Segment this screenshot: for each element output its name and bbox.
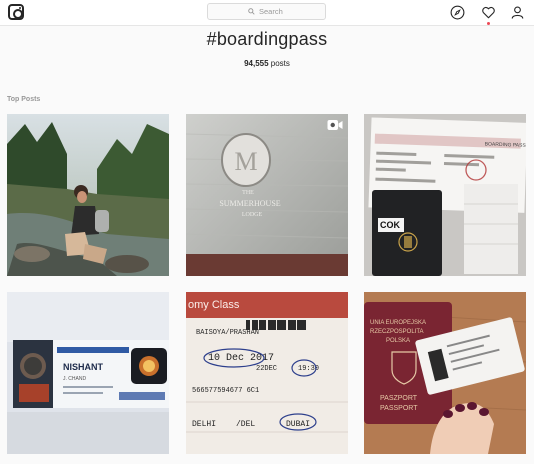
overlay-line: DELHI <box>192 420 216 429</box>
person-icon[interactable] <box>510 5 525 20</box>
post-count-number: 94,555 <box>244 59 269 68</box>
notification-dot <box>487 22 490 25</box>
overlay-line: POLSKA <box>386 338 410 344</box>
overlay-line: PASSPORT <box>380 405 418 412</box>
video-icon <box>327 119 343 131</box>
overlay-line: J. CHAND <box>63 376 86 382</box>
post-tile[interactable]: UNIA EUROPEJSKA RZECZPOSPOLITA POLSKA PA… <box>364 292 526 454</box>
svg-text:M: M <box>234 147 257 176</box>
overlay-line: DUBAI <box>286 420 310 429</box>
post-image: BOARDING PASS COK <box>364 114 526 276</box>
overlay-line: LODGE <box>242 212 263 218</box>
post-tile[interactable]: BOARDING PASS COK <box>364 114 526 276</box>
overlay-line: BAISOYA/PRASHAN <box>196 329 259 337</box>
post-image: UNIA EUROPEJSKA RZECZPOSPOLITA POLSKA PA… <box>364 292 526 454</box>
overlay-line: PASZPORT <box>380 395 418 402</box>
instagram-logo-icon[interactable] <box>8 4 24 20</box>
post-image: omy Class BAISOYA/PRASHAN 10 Dec 2017 22… <box>186 292 348 454</box>
section-label: Top Posts <box>7 96 41 103</box>
post-tile[interactable] <box>7 114 169 276</box>
post-image: NISHANT J. CHAND <box>7 292 169 454</box>
post-tile[interactable]: omy Class BAISOYA/PRASHAN 10 Dec 2017 22… <box>186 292 348 454</box>
search-box[interactable] <box>207 3 326 20</box>
overlay-line: RZECZPOSPOLITA <box>370 329 424 335</box>
hashtag-title: #boardingpass <box>206 29 328 49</box>
overlay-line: UNIA EUROPEJSKA <box>370 320 426 326</box>
compass-icon[interactable] <box>450 5 465 20</box>
overlay-line: /DEL <box>236 420 255 429</box>
top-bar <box>0 0 534 26</box>
overlay-line: NISHANT <box>63 362 104 372</box>
overlay-line: 22DEC <box>256 365 277 373</box>
overlay-line: omy Class <box>188 299 240 311</box>
overlay-line: SUMMERHOUSE <box>219 199 280 208</box>
overlay-line: COK <box>380 220 401 230</box>
heart-icon[interactable] <box>481 5 496 20</box>
post-image: M THE SUMMERHOUSE LODGE <box>186 114 348 276</box>
search-input[interactable] <box>259 7 285 16</box>
search-icon <box>248 8 255 15</box>
post-tile[interactable]: M THE SUMMERHOUSE LODGE <box>186 114 348 276</box>
post-tile[interactable]: NISHANT J. CHAND <box>7 292 169 454</box>
post-count: 94,555 posts <box>0 59 534 68</box>
post-count-label: posts <box>270 59 290 68</box>
overlay-line: 566577594677 6C1 <box>192 387 259 395</box>
overlay-line: THE <box>242 190 254 196</box>
post-image <box>7 114 169 276</box>
